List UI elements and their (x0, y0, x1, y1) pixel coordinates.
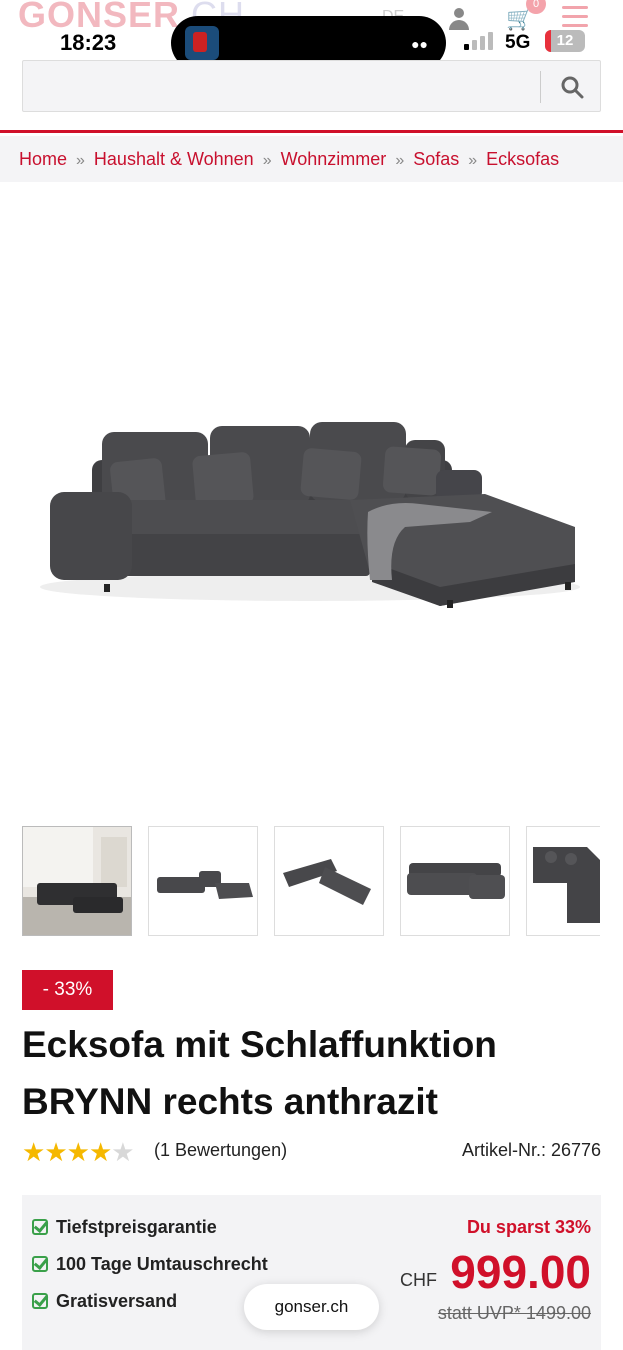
search-button[interactable] (543, 61, 601, 111)
sofa-angle-thumb-icon (283, 859, 371, 905)
star-filled-icon: ★ (22, 1137, 46, 1167)
product-title: Ecksofa mit Schlaffunktion BRYNN rechts … (22, 1024, 497, 1122)
breadcrumb-separator: » (395, 152, 405, 169)
user-icon[interactable] (449, 8, 469, 32)
usp-item: Tiefstpreisgarantie (32, 1217, 217, 1238)
usp-label: Gratisversand (56, 1291, 178, 1311)
usp-item: Gratisversand (32, 1291, 177, 1312)
breadcrumb-separator: » (76, 152, 85, 169)
search-input[interactable] (33, 69, 533, 103)
sofa-top-thumb-icon (533, 847, 600, 923)
breadcrumb-haushalt[interactable]: Haushalt & Wohnen (94, 149, 254, 169)
discount-badge: - 33% (22, 970, 113, 1010)
breadcrumb-separator: » (468, 152, 478, 169)
usp-item: 100 Tage Umtauschrecht (32, 1254, 268, 1275)
thumbnail-room-view[interactable] (22, 826, 132, 936)
breadcrumb-sofas[interactable]: Sofas (413, 149, 459, 169)
thumbnail-angle-view[interactable] (274, 826, 384, 936)
browser-url-bar[interactable]: gonser.ch (244, 1284, 379, 1330)
usp-label: 100 Tage Umtauschrecht (56, 1254, 268, 1274)
network-type: 5G (505, 32, 531, 53)
audio-wave-icon: ●● (411, 36, 428, 52)
product-price: 999.00 (450, 1246, 591, 1298)
star-filled-icon: ★ (88, 1137, 113, 1167)
sofa-front-thumb-icon (407, 863, 505, 899)
search-icon (561, 76, 584, 99)
thumbnail-bed-mode[interactable] (148, 826, 258, 936)
now-playing-album-icon (185, 26, 219, 60)
usp-label: Tiefstpreisgarantie (56, 1217, 217, 1237)
breadcrumb-home[interactable]: Home (19, 149, 67, 169)
original-price: statt UVP* 1499.00 (437, 1303, 591, 1323)
status-time: 18:23 (60, 30, 117, 55)
breadcrumb: Home » Haushalt & Wohnen » Wohnzimmer » Sofas »… (0, 136, 623, 182)
search-divider (540, 71, 541, 103)
check-icon (32, 1293, 48, 1309)
rating-stars[interactable]: ★★★★★ (22, 1137, 135, 1167)
star-filled-icon: ★ (44, 1137, 68, 1167)
article-number: Artikel-Nr.: 26776 (461, 1140, 601, 1160)
search-bar (22, 60, 601, 112)
hamburger-menu-icon[interactable] (562, 6, 588, 28)
price-currency: CHF (400, 1270, 437, 1290)
breadcrumb-separator: » (262, 152, 272, 169)
breadcrumb-ecksofas[interactable]: Ecksofas (486, 149, 559, 169)
sofa-illustration (40, 422, 580, 608)
breadcrumb-wohnzimmer[interactable]: Wohnzimmer (281, 149, 387, 169)
room-photo-icon (23, 827, 131, 935)
header-divider (0, 130, 623, 133)
cart-count-badge: 0 (526, 0, 546, 14)
battery-indicator: 12 (545, 30, 585, 52)
check-icon (32, 1219, 48, 1235)
star-filled-icon: ★ (66, 1137, 90, 1167)
thumbnail-top-view[interactable] (526, 826, 600, 936)
thumbnail-front-view[interactable] (400, 826, 510, 936)
check-icon (32, 1256, 48, 1272)
reviews-link[interactable]: (1 Bewertungen) (154, 1140, 287, 1161)
signal-strength-icon (464, 30, 496, 50)
star-empty-icon: ★ (111, 1137, 135, 1167)
sofa-bed-thumb-icon (157, 871, 253, 899)
savings-text: Du sparst 33% (466, 1217, 591, 1237)
top-bar: GONSER.CH DE 🛒 0 18:23 ●● 5G 12 (0, 0, 623, 70)
product-main-image[interactable] (0, 182, 623, 802)
thumbnail-gallery (22, 826, 600, 938)
